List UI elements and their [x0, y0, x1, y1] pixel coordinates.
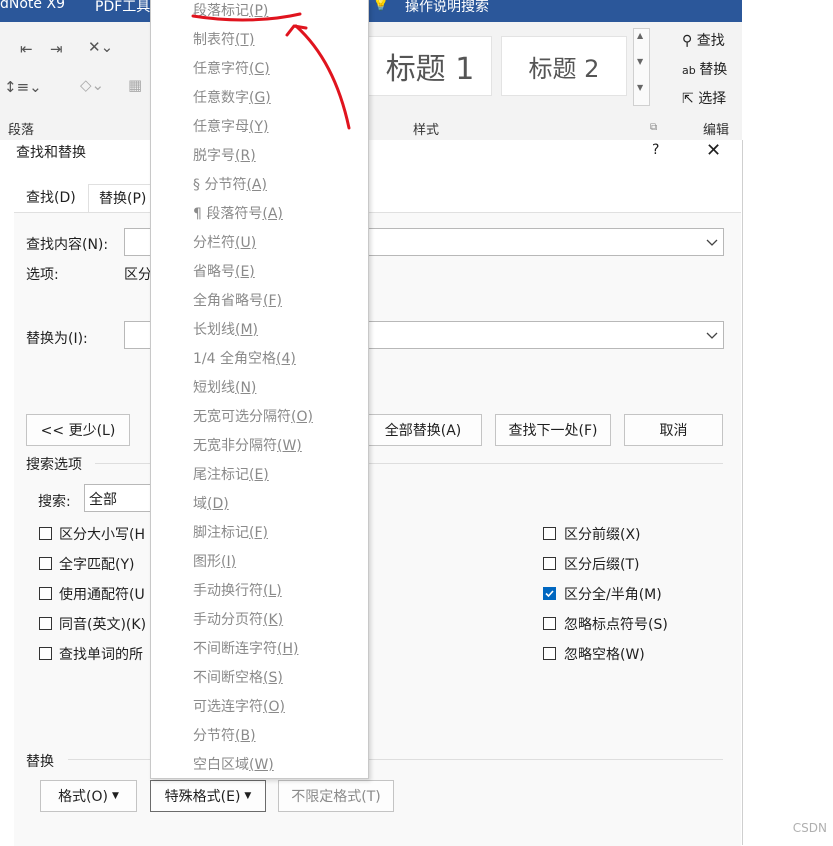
red-annotation — [191, 12, 351, 130]
arrow-shaft — [294, 24, 351, 130]
underline-mark — [191, 12, 302, 22]
watermark: CSDN — [792, 821, 827, 835]
